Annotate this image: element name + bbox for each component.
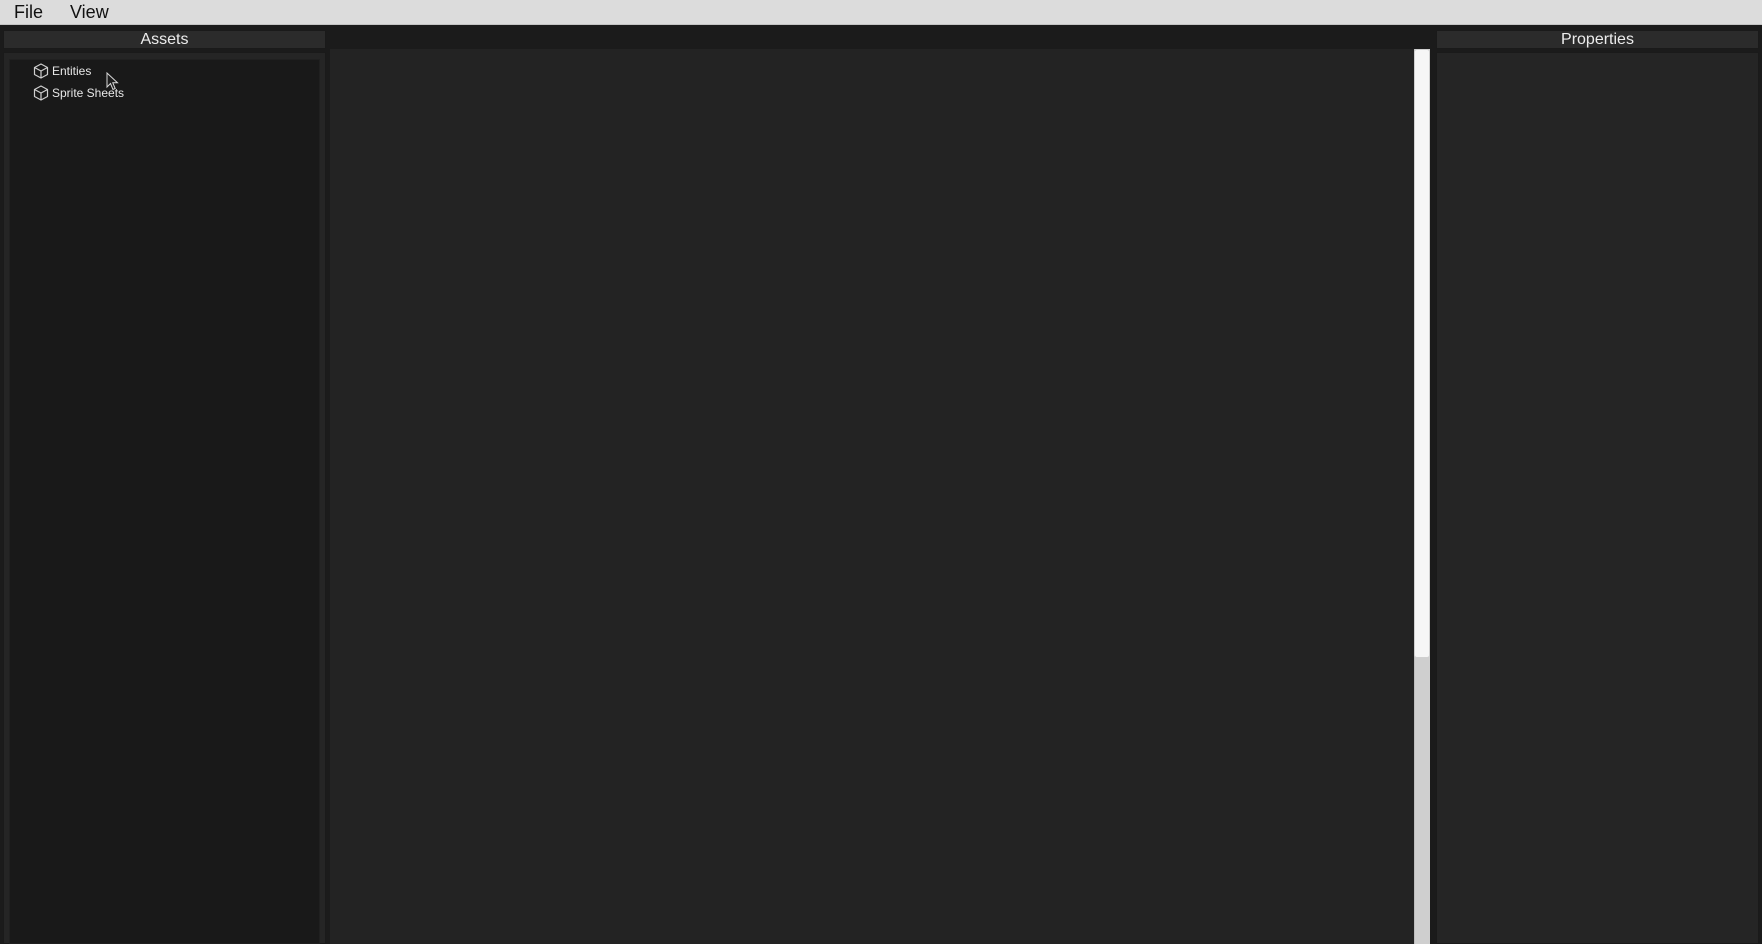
menu-file[interactable]: File <box>14 2 43 22</box>
properties-panel <box>1436 52 1759 944</box>
cube-icon <box>33 63 49 79</box>
assets-panel-title: Assets <box>3 30 326 49</box>
viewport-toolbar <box>330 30 1432 48</box>
tree-item-label: Entities <box>52 64 92 78</box>
assets-tree[interactable] <box>9 59 320 944</box>
properties-panel-title: Properties <box>1436 30 1759 49</box>
menu-view[interactable]: View <box>70 2 109 22</box>
scene-viewport[interactable] <box>330 49 1414 944</box>
cube-icon <box>33 85 49 101</box>
menu-bar: File View <box>0 0 1762 25</box>
mouse-cursor-icon <box>106 72 119 91</box>
tree-item-entities[interactable]: Entities <box>33 62 91 80</box>
viewport-scrollbar-thumb[interactable] <box>1414 49 1430 658</box>
